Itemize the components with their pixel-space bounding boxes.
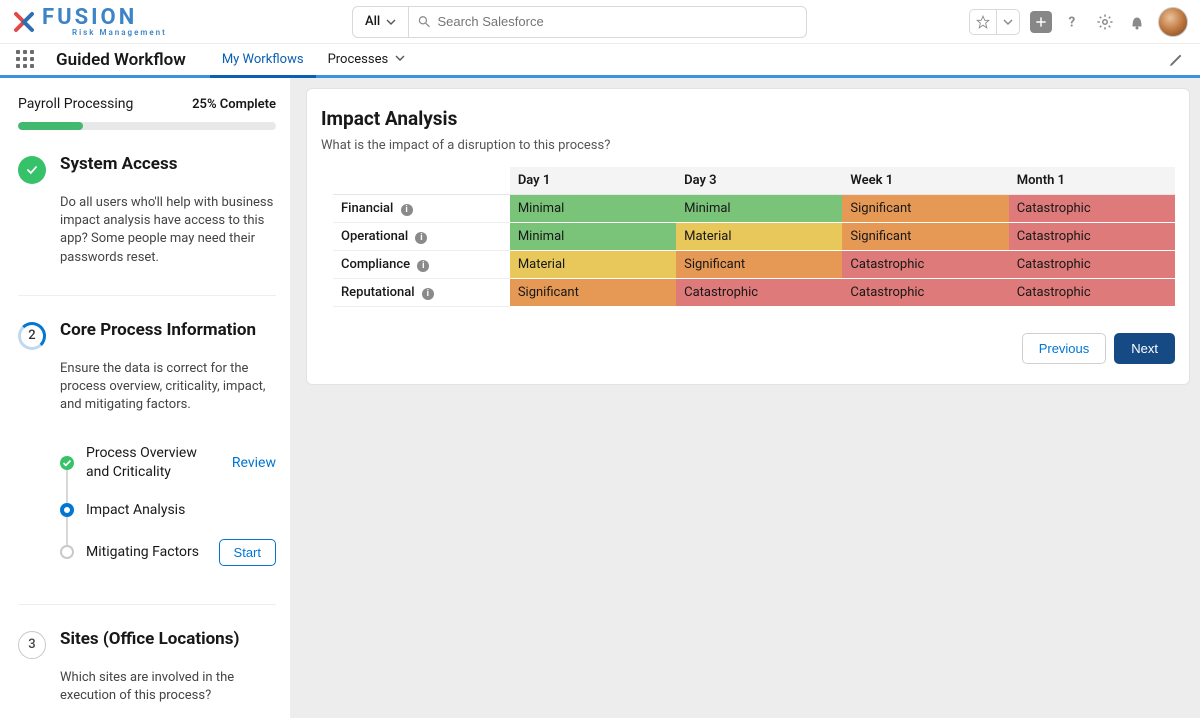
step-title: Core Process Information xyxy=(60,320,256,341)
impact-cell[interactable]: Catastrophic xyxy=(842,279,1008,307)
substep-status-dot xyxy=(60,456,74,470)
impact-row: Compliance iMaterialSignificantCatastrop… xyxy=(333,251,1175,279)
impact-row: Operational iMinimalMaterialSignificantC… xyxy=(333,223,1175,251)
impact-row: Reputational iSignificantCatastrophicCat… xyxy=(333,279,1175,307)
step-system-access: System Access Do all users who'll help w… xyxy=(18,130,276,296)
nav-tab-my-workflows[interactable]: My Workflows xyxy=(210,44,316,78)
substep-label: Mitigating Factors xyxy=(86,543,207,561)
impact-cell[interactable]: Minimal xyxy=(510,223,676,251)
step-number-badge: 3 xyxy=(18,631,46,659)
info-icon[interactable]: i xyxy=(417,260,429,272)
progress-label: 25% Complete xyxy=(192,97,276,112)
impact-row-label: Reputational i xyxy=(333,279,510,307)
star-icon xyxy=(976,15,990,29)
search-scope-selector[interactable]: All xyxy=(353,7,409,37)
workflow-sidebar: Payroll Processing 25% Complete System A… xyxy=(0,78,290,718)
impact-cell[interactable]: Catastrophic xyxy=(1009,195,1175,223)
impact-row: Financial iMinimalMinimalSignificantCata… xyxy=(333,195,1175,223)
impact-cell[interactable]: Catastrophic xyxy=(1009,279,1175,307)
process-name: Payroll Processing xyxy=(18,96,133,112)
chevron-down-icon xyxy=(395,53,405,63)
progress-bar xyxy=(18,122,276,130)
column-header: Day 3 xyxy=(676,167,842,195)
global-search[interactable]: All xyxy=(352,6,807,38)
impact-cell[interactable]: Catastrophic xyxy=(676,279,842,307)
svg-text:?: ? xyxy=(1069,14,1076,30)
substep-label: Process Overview and Criticality xyxy=(86,444,220,480)
brand-subtitle: Risk Management xyxy=(72,28,167,37)
question-icon: ? xyxy=(1064,13,1082,31)
impact-cell[interactable]: Material xyxy=(510,251,676,279)
brand-name: Fusion xyxy=(42,7,167,29)
column-header: Month 1 xyxy=(1009,167,1175,195)
next-button[interactable]: Next xyxy=(1114,333,1175,364)
info-icon[interactable]: i xyxy=(401,204,413,216)
gear-icon xyxy=(1096,13,1114,31)
card-title: Impact Analysis xyxy=(321,107,1175,130)
impact-cell[interactable]: Significant xyxy=(842,195,1008,223)
impact-cell[interactable]: Significant xyxy=(510,279,676,307)
impact-table: Day 1 Day 3 Week 1 Month 1 Financial iMi… xyxy=(333,167,1175,307)
substep-status-dot xyxy=(60,545,74,559)
info-icon[interactable]: i xyxy=(422,288,434,300)
substep-mitigating-factors[interactable]: Mitigating Factors Start xyxy=(60,529,276,576)
global-create-button[interactable] xyxy=(1030,11,1052,33)
nav-tab-processes-label: Processes xyxy=(328,52,389,67)
info-icon[interactable]: i xyxy=(415,232,427,244)
step-sites: 3 Sites (Office Locations) Which sites a… xyxy=(18,605,276,718)
favorites-menu[interactable] xyxy=(969,9,1020,35)
search-scope-label: All xyxy=(365,14,380,29)
impact-cell[interactable]: Catastrophic xyxy=(1009,251,1175,279)
plus-icon xyxy=(1034,15,1048,29)
step-status-icon xyxy=(18,156,46,184)
step-description: Which sites are involved in the executio… xyxy=(60,669,276,705)
logo-icon xyxy=(12,10,36,34)
search-input[interactable] xyxy=(437,14,798,29)
card-subquestion: What is the impact of a disruption to th… xyxy=(321,138,1175,153)
nav-tab-processes[interactable]: Processes xyxy=(316,44,418,78)
substep-label: Impact Analysis xyxy=(86,501,276,519)
impact-cell[interactable]: Minimal xyxy=(510,195,676,223)
review-link[interactable]: Review xyxy=(232,455,276,471)
pencil-icon xyxy=(1168,52,1184,68)
substep-process-overview[interactable]: Process Overview and Criticality Review xyxy=(60,434,276,490)
impact-cell[interactable]: Significant xyxy=(676,251,842,279)
column-header: Week 1 xyxy=(842,167,1008,195)
help-button[interactable]: ? xyxy=(1062,11,1084,33)
edit-page-button[interactable] xyxy=(1168,52,1184,68)
brand-logo: Fusion Risk Management xyxy=(12,7,352,37)
impact-row-label: Compliance i xyxy=(333,251,510,279)
app-name: Guided Workflow xyxy=(56,50,186,70)
impact-cell[interactable]: Material xyxy=(676,223,842,251)
column-header: Day 1 xyxy=(510,167,676,195)
notifications-button[interactable] xyxy=(1126,11,1148,33)
step-core-process-info: 2 Core Process Information Ensure the da… xyxy=(18,296,276,605)
user-avatar[interactable] xyxy=(1158,7,1188,37)
step-title: Sites (Office Locations) xyxy=(60,629,239,650)
search-icon xyxy=(417,14,431,29)
impact-row-label: Financial i xyxy=(333,195,510,223)
step-description: Do all users who'll help with business i… xyxy=(60,194,276,267)
check-icon xyxy=(25,163,39,177)
impact-cell[interactable]: Catastrophic xyxy=(842,251,1008,279)
start-button[interactable]: Start xyxy=(219,539,276,566)
impact-cell[interactable]: Minimal xyxy=(676,195,842,223)
substep-status-dot xyxy=(60,503,74,517)
step-number-badge: 2 xyxy=(18,322,46,350)
step-description: Ensure the data is correct for the proce… xyxy=(60,360,276,415)
impact-row-label: Operational i xyxy=(333,223,510,251)
impact-analysis-card: Impact Analysis What is the impact of a … xyxy=(306,88,1190,385)
previous-button[interactable]: Previous xyxy=(1022,333,1107,364)
app-launcher-icon[interactable] xyxy=(16,50,36,70)
impact-cell[interactable]: Catastrophic xyxy=(1009,223,1175,251)
chevron-down-icon xyxy=(1003,17,1013,27)
impact-cell[interactable]: Significant xyxy=(842,223,1008,251)
chevron-down-icon xyxy=(386,17,396,27)
setup-button[interactable] xyxy=(1094,11,1116,33)
step-title: System Access xyxy=(60,154,177,175)
bell-icon xyxy=(1128,13,1146,31)
check-icon xyxy=(60,456,74,470)
substep-impact-analysis[interactable]: Impact Analysis xyxy=(60,491,276,529)
